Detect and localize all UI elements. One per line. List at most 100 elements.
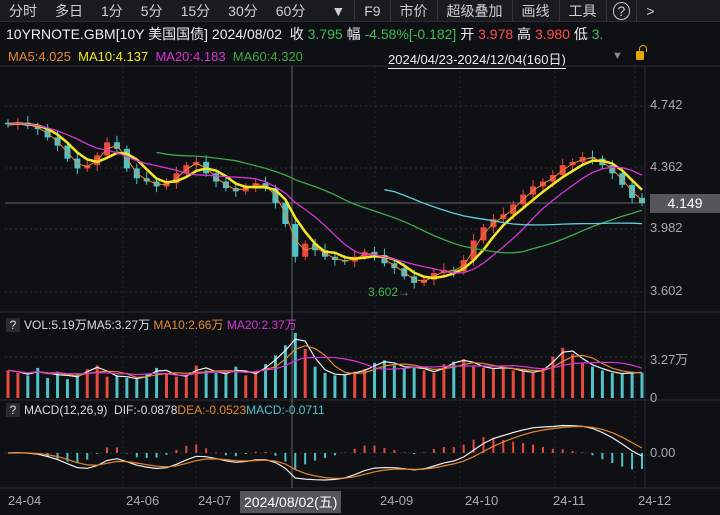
x-tick: 24-07 [198, 493, 232, 508]
volume-bar [491, 369, 495, 398]
volume-bar [125, 377, 129, 398]
volume-bar [640, 372, 644, 398]
volume-bar [363, 369, 367, 398]
volume-bar [65, 379, 69, 398]
macd-bar [571, 451, 574, 453]
volume-bar [115, 375, 119, 398]
macd-bar [115, 447, 118, 453]
volume-ma20: MA20:2.37万 [226, 318, 297, 332]
volume-bar [511, 370, 515, 398]
macd-bar [353, 448, 356, 453]
macd-bar [165, 453, 168, 455]
macd-tick: 0.00 [650, 445, 676, 460]
volume-tick: 0 [650, 390, 658, 405]
x-tick: 24-04 [8, 493, 42, 508]
macd-bar [383, 447, 386, 453]
volume-bar [313, 366, 317, 398]
macd-bar [294, 453, 297, 470]
volume-bar [214, 372, 218, 398]
volume-bar [482, 367, 485, 398]
macd-bar [413, 453, 416, 455]
volume-bar [174, 376, 178, 398]
volume-bar [501, 366, 505, 398]
macd-bar [561, 449, 564, 453]
volume-bar [323, 372, 327, 398]
macd-bar [532, 444, 535, 453]
volume-bar [254, 371, 258, 398]
low-price-marker: 3.602→ [368, 285, 411, 299]
macd-bar [175, 449, 178, 453]
macd-bar [631, 453, 634, 470]
volume-bar [303, 349, 307, 398]
volume-bar [412, 366, 416, 398]
macd-bar [452, 447, 455, 453]
macd-bar [314, 453, 317, 461]
volume-bar [145, 374, 149, 398]
macd-bar [224, 453, 227, 456]
macd-help-icon[interactable]: ? [6, 403, 20, 417]
macd-bar [541, 446, 544, 453]
macd-bar [601, 453, 604, 460]
macd-bar [244, 453, 247, 454]
volume-bar [630, 371, 634, 398]
crosshair-date-label: 2024/08/02(五) [240, 491, 342, 513]
macd-dea: DEA:-0.0523 [177, 403, 247, 417]
volume-bar [521, 371, 525, 398]
macd-bar [234, 453, 237, 457]
volume-bar [541, 367, 545, 398]
volume-bar [75, 374, 79, 398]
macd-dif: DIF:-0.0878 [114, 403, 178, 417]
macd-bar [462, 444, 465, 453]
volume-bar [26, 375, 30, 398]
volume-bar [610, 372, 614, 398]
macd-bar [611, 453, 614, 463]
x-tick: 24-09 [380, 493, 414, 508]
volume-bar [422, 370, 426, 398]
volume-bar [283, 345, 287, 398]
macd-bar [86, 453, 89, 460]
volume-bar [16, 372, 20, 398]
x-tick: 24-12 [638, 493, 672, 508]
macd-bar [492, 437, 495, 453]
dea-line [7, 425, 643, 479]
chart-canvas[interactable] [0, 0, 720, 515]
macd-bar [591, 453, 594, 456]
macd-bar [185, 445, 188, 453]
price-tick: 4.362 [650, 159, 683, 174]
volume-bar [184, 375, 188, 398]
x-tick: 24-06 [126, 493, 160, 508]
volume-bar [353, 371, 357, 398]
volume-bar [571, 354, 575, 398]
macd-bar [284, 453, 287, 462]
macd-bar [254, 451, 257, 453]
macd-bar [264, 451, 267, 453]
macd-bar [442, 447, 445, 453]
volume-bar [343, 374, 347, 398]
x-tick: 24-10 [465, 493, 499, 508]
volume-bar [95, 365, 99, 398]
volume-help-icon[interactable]: ? [6, 318, 20, 332]
volume-bar [581, 362, 585, 398]
volume-bar [402, 367, 406, 398]
macd-bar [551, 448, 554, 453]
volume-bar [600, 370, 604, 398]
volume-bar [531, 372, 535, 398]
macd-bar [274, 453, 277, 456]
macd-bar [155, 453, 158, 458]
macd-bar [76, 453, 79, 463]
macd-bar [195, 444, 198, 453]
volume-value: VOL:5.19万 [24, 318, 87, 332]
volume-bar [472, 365, 476, 398]
macd-bar [135, 453, 138, 458]
macd-label: MACD(12,26,9) [24, 403, 108, 417]
macd-bar [512, 441, 515, 453]
macd-bar [621, 453, 624, 467]
volume-bar [333, 375, 337, 398]
x-tick: 24-11 [553, 493, 586, 508]
macd-bar [432, 449, 435, 453]
macd-bar [205, 448, 208, 453]
volume-bar [204, 370, 208, 398]
volume-bar [46, 377, 50, 398]
volume-ma20-line [7, 356, 643, 376]
macd-bar [333, 453, 336, 456]
